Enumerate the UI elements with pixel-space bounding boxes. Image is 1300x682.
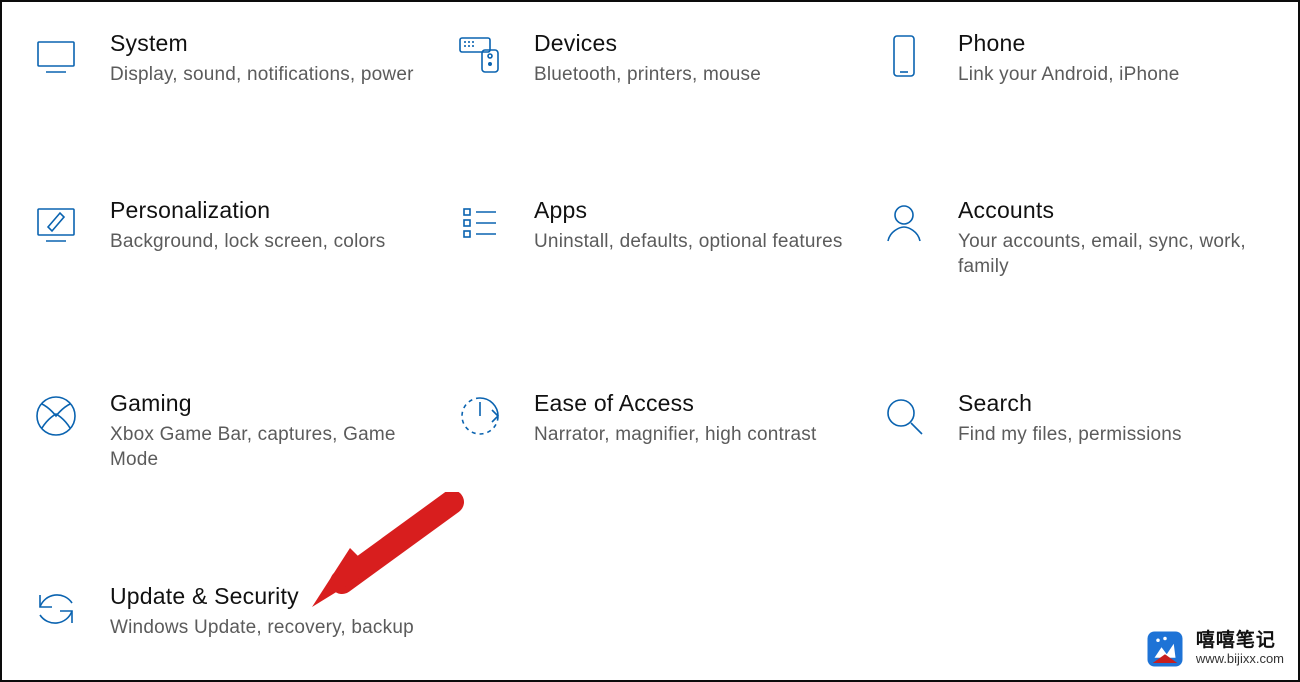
xbox-icon [30,390,82,442]
category-title: Gaming [110,390,434,418]
category-apps[interactable]: Apps Uninstall, defaults, optional featu… [454,197,858,280]
sync-icon [30,583,82,635]
watermark: 嘻嘻笔记 www.bijixx.com [1144,628,1284,670]
category-update-security[interactable]: Update & Security Windows Update, recove… [30,583,434,640]
category-accounts[interactable]: Accounts Your accounts, email, sync, wor… [878,197,1282,280]
category-title: Phone [958,30,1282,58]
category-desc: Windows Update, recovery, backup [110,615,430,641]
watermark-url: www.bijixx.com [1196,652,1284,666]
settings-categories-grid: System Display, sound, notifications, po… [2,2,1298,668]
category-title: Update & Security [110,583,434,611]
category-title: Apps [534,197,858,225]
category-title: Devices [534,30,858,58]
category-desc: Background, lock screen, colors [110,229,430,255]
category-title: Ease of Access [534,390,858,418]
category-desc: Uninstall, defaults, optional features [534,229,854,255]
category-title: System [110,30,434,58]
apps-list-icon [454,197,506,249]
category-desc: Display, sound, notifications, power [110,62,430,88]
category-title: Accounts [958,197,1282,225]
category-desc: Link your Android, iPhone [958,62,1278,88]
category-desc: Your accounts, email, sync, work, family [958,229,1278,280]
category-search[interactable]: Search Find my files, permissions [878,390,1282,473]
category-personalization[interactable]: Personalization Background, lock screen,… [30,197,434,280]
category-desc: Xbox Game Bar, captures, Game Mode [110,422,430,473]
category-desc: Bluetooth, printers, mouse [534,62,854,88]
devices-icon [454,30,506,82]
watermark-logo-icon [1144,628,1186,670]
category-desc: Narrator, magnifier, high contrast [534,422,854,448]
category-gaming[interactable]: Gaming Xbox Game Bar, captures, Game Mod… [30,390,434,473]
category-phone[interactable]: Phone Link your Android, iPhone [878,30,1282,87]
category-desc: Find my files, permissions [958,422,1278,448]
category-system[interactable]: System Display, sound, notifications, po… [30,30,434,87]
category-devices[interactable]: Devices Bluetooth, printers, mouse [454,30,858,87]
category-title: Search [958,390,1282,418]
search-icon [878,390,930,442]
personalize-icon [30,197,82,249]
monitor-icon [30,30,82,82]
person-icon [878,197,930,249]
category-title: Personalization [110,197,434,225]
watermark-title: 嘻嘻笔记 [1196,631,1284,652]
phone-icon [878,30,930,82]
category-ease-of-access[interactable]: Ease of Access Narrator, magnifier, high… [454,390,858,473]
ease-access-icon [454,390,506,442]
